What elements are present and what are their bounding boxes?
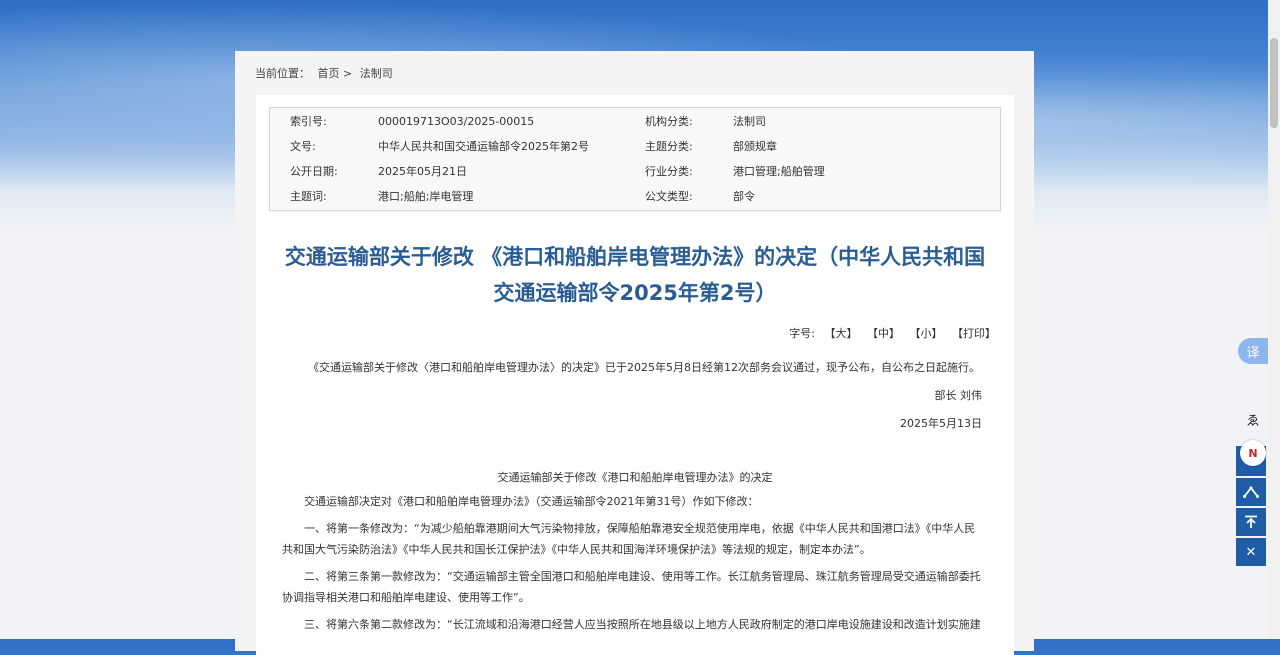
close-icon[interactable]: ✕ [1236,538,1266,566]
meta-value: 中华人民共和国交通运输部令2025年第2号 [378,140,589,153]
font-size-label: 字号: [789,327,815,340]
meta-label: 索引号: [290,115,327,128]
meta-label: 主题分类: [645,140,693,153]
body-paragraph: 交通运输部决定对《港口和船舶岸电管理办法》（交通运输部令2021年第31号）作如… [304,495,759,508]
signer-text: 部长 刘伟 [934,389,983,402]
meta-label: 机构分类: [645,115,693,128]
breadcrumb-prefix: 当前位置： [255,67,310,80]
article-title-line: 交通运输部关于修改 《港口和船舶岸电管理办法》的决定（中华人民共和国 [284,245,986,269]
accessibility-icon[interactable]: ゑ [1244,410,1262,429]
font-size-medium-button[interactable]: 【中】 [867,327,900,340]
meta-value: 法制司 [733,115,766,128]
page-container: 当前位置： 首页 > 法制司 索引号: 000019713O03/2025-00… [235,51,1034,655]
share-icon[interactable] [1236,478,1266,506]
share-icon-svg [1243,486,1259,498]
body-paragraph: 协调指导相关港口和船舶岸电建设、使用等工作”。 [282,591,530,604]
date-text: 2025年5月13日 [900,417,982,430]
meta-label: 公文类型: [645,190,693,203]
article-content: 索引号: 000019713O03/2025-00015 机构分类: 法制司 文… [256,95,1014,655]
body-paragraph: 一、将第一条修改为：“为减少船舶靠港期间大气污染物排放，保障船舶靠港安全规范使用… [304,522,976,535]
meta-value: 部令 [733,190,755,203]
meta-label: 文号: [290,140,316,153]
decision-title: 交通运输部关于修改《港口和船舶岸电管理办法》的决定 [497,471,773,484]
back-to-top-icon[interactable] [1236,508,1266,536]
meta-label: 公开日期: [290,165,338,178]
print-button[interactable]: 【打印】 [952,327,996,340]
font-size-large-button[interactable]: 【大】 [825,327,858,340]
font-size-controls: 字号: 【大】 【中】 【小】 【打印】 [789,325,996,341]
meta-value: 2025年05月21日 [378,165,467,178]
accessibility-glyph: ゑ [1246,413,1260,429]
body-paragraph: 共和国大气污染防治法》《中华人民共和国长江保护法》《中华人民共和国海洋环境保护法… [282,543,871,556]
translate-button[interactable]: 译 [1238,338,1268,364]
meta-label: 主题词: [290,190,327,203]
page-scrollbar[interactable] [1268,0,1280,639]
body-paragraph: 三、将第六条第二款修改为：“长江流域和沿海港口经营人应当按照所在地县级以上地方人… [304,618,981,631]
metadata-table: 索引号: 000019713O03/2025-00015 机构分类: 法制司 文… [269,107,1001,211]
body-paragraph: 二、将第三条第一款修改为：“交通运输部主管全国港口和船舶岸电建设、使用等工作。长… [304,570,981,583]
breadcrumb-home-link[interactable]: 首页 [318,67,340,80]
meta-label: 行业分类: [645,165,693,178]
article-title-line: 交通运输部令2025年第2号） [493,281,777,305]
font-size-small-button[interactable]: 【小】 [910,327,943,340]
meta-value: 港口;船舶;岸电管理 [378,190,474,203]
meta-row: 主题词: 港口;船舶;岸电管理 公文类型: 部令 [270,184,1000,209]
meta-value: 000019713O03/2025-00015 [378,115,535,128]
intro-paragraph: 《交通运输部关于修改〈港口和船舶岸电管理办法〉的决定》已于2025年5月8日经第… [308,361,980,374]
meta-value: 港口管理;船舶管理 [733,165,825,178]
article-title: 交通运输部关于修改 《港口和船舶岸电管理办法》的决定（中华人民共和国 交通运输部… [256,239,1014,311]
meta-row: 文号: 中华人民共和国交通运输部令2025年第2号 主题分类: 部颁规章 [270,134,1000,159]
meta-value: 部颁规章 [733,140,777,153]
breadcrumb-separator: > [343,67,353,80]
translate-icon: 译 [1246,345,1260,361]
scrollbar-thumb[interactable] [1270,38,1278,128]
site-logo-icon[interactable]: N [1240,440,1266,466]
back-to-top-svg [1245,515,1257,528]
site-logo-glyph: N [1248,446,1258,460]
meta-row: 索引号: 000019713O03/2025-00015 机构分类: 法制司 [270,109,1000,134]
breadcrumb: 当前位置： 首页 > 法制司 [255,65,393,81]
breadcrumb-current-link[interactable]: 法制司 [360,67,393,80]
meta-row: 公开日期: 2025年05月21日 行业分类: 港口管理;船舶管理 [270,159,1000,184]
